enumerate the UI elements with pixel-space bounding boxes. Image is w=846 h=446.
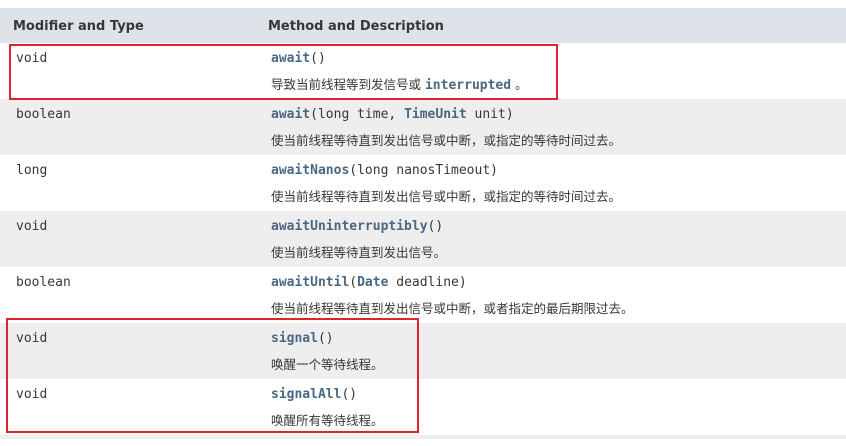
row-type: void (16, 219, 48, 234)
highlight-box-await (9, 44, 558, 100)
method-description: 使当前线程等待直到发出信号。 (271, 245, 447, 260)
method-signature: await(long time, TimeUnit unit) (271, 107, 514, 122)
row-type: boolean (16, 107, 71, 122)
table-row: boolean awaitUntil(Date deadline) 使当前线程等… (0, 267, 846, 323)
row-type: long (16, 163, 48, 178)
table-row: long awaitNanos(long nanosTimeout) 使当前线程… (0, 155, 846, 211)
method-description: 使当前线程等待直到发出信号或中断，或指定的等待时间过去。 (271, 189, 622, 204)
method-description: 使当前线程等待直到发出信号或中断，或者指定的最后期限过去。 (271, 301, 634, 316)
method-signature: awaitNanos(long nanosTimeout) (271, 163, 498, 178)
table-row: boolean await(long time, TimeUnit unit) … (0, 99, 846, 155)
method-link-awaituninterruptibly[interactable]: awaitUninterruptibly (271, 219, 428, 234)
table-row: void awaitUninterruptibly() 使当前线程等待直到发出信… (0, 211, 846, 267)
method-link-awaitnanos[interactable]: awaitNanos (271, 163, 349, 178)
method-description: 使当前线程等待直到发出信号或中断，或指定的等待时间过去。 (271, 133, 622, 148)
method-link-await-timed[interactable]: await (271, 107, 310, 122)
timeunit-link[interactable]: TimeUnit (404, 107, 467, 122)
highlight-box-signal (6, 318, 419, 433)
header-modifier-type: Modifier and Type (13, 19, 144, 34)
table-bottom-border (0, 435, 846, 439)
method-signature: awaitUntil(Date deadline) (271, 275, 467, 290)
method-link-awaituntil[interactable]: awaitUntil (271, 275, 349, 290)
header-method-description: Method and Description (268, 19, 444, 34)
method-signature: awaitUninterruptibly() (271, 219, 444, 234)
table-header: Modifier and Type Method and Description (0, 8, 846, 43)
row-type: boolean (16, 275, 71, 290)
date-link[interactable]: Date (357, 275, 388, 290)
